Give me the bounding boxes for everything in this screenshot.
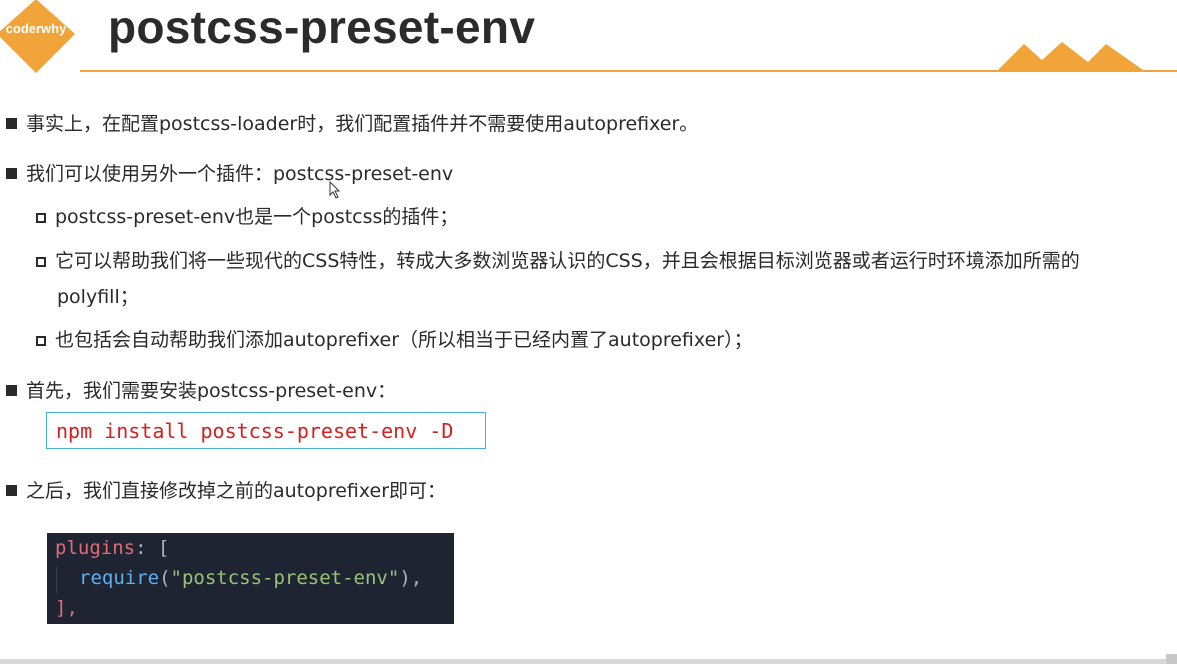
bullet-text: 之后，我们直接修改掉之前的autoprefixer即可： — [26, 480, 447, 502]
code-line-1: plugins: [ — [55, 537, 169, 559]
sub-bullet-item: 也包括会自动帮助我们添加autoprefixer（所以相当于已经内置了autop… — [36, 325, 753, 352]
code-paren-open: ( — [159, 567, 171, 589]
indent-guide — [56, 567, 57, 593]
code-punct: : [ — [135, 537, 170, 559]
command-box: npm install postcss-preset-env -D — [46, 412, 486, 449]
bullet-item: 我们可以使用另外一个插件：postcss-preset-env — [6, 159, 453, 186]
sub-bullet-text-continued: polyfill； — [57, 286, 139, 308]
logo-text: coderwhy — [5, 21, 67, 36]
code-key: plugins — [55, 537, 136, 559]
code-bracket-close: ], — [55, 597, 78, 619]
install-command: npm install postcss-preset-env -D — [56, 419, 454, 443]
sub-bullet-item: 它可以帮助我们将一些现代的CSS特性，转成大多数浏览器认识的CSS，并且会根据目… — [36, 246, 1080, 273]
bullet-item: 之后，我们直接修改掉之前的autoprefixer即可： — [6, 476, 446, 503]
mouse-cursor-icon — [329, 181, 341, 199]
filled-square-bullet-icon — [6, 118, 17, 129]
sub-bullet-text: postcss-preset-env也是一个postcss的插件； — [55, 206, 459, 228]
filled-square-bullet-icon — [6, 485, 17, 496]
code-line-3: ], — [55, 597, 78, 619]
mountains-decoration-icon — [996, 42, 1146, 72]
code-paren-close: ), — [399, 567, 423, 589]
sub-bullet-text: 也包括会自动帮助我们添加autoprefixer（所以相当于已经内置了autop… — [55, 329, 753, 351]
page-title: postcss-preset-env — [108, 1, 536, 53]
code-string: "postcss-preset-env" — [170, 567, 400, 589]
bullet-text: 首先，我们需要安装postcss-preset-env： — [26, 380, 397, 402]
bullet-item: 首先，我们需要安装postcss-preset-env： — [6, 376, 396, 403]
code-function: require — [79, 567, 160, 589]
bottom-scrollbar-track[interactable] — [0, 659, 1177, 664]
coderwhy-logo: coderwhy — [0, 0, 79, 75]
bullet-item: 事实上，在配置postcss-loader时，我们配置插件并不需要使用autop… — [6, 109, 698, 136]
hollow-square-bullet-icon — [36, 213, 46, 223]
filled-square-bullet-icon — [6, 168, 17, 179]
code-line-2: require("postcss-preset-env"), — [79, 567, 422, 589]
hollow-square-bullet-icon — [36, 336, 46, 346]
bullet-text: 我们可以使用另外一个插件：postcss-preset-env — [26, 163, 454, 185]
sub-bullet-item: postcss-preset-env也是一个postcss的插件； — [36, 202, 458, 229]
filled-square-bullet-icon — [6, 385, 17, 396]
hollow-square-bullet-icon — [36, 257, 46, 267]
code-block: plugins: [ require("postcss-preset-env")… — [47, 533, 454, 624]
bullet-text: 事实上，在配置postcss-loader时，我们配置插件并不需要使用autop… — [26, 113, 699, 135]
logo-diamond-icon — [0, 0, 75, 73]
scrollbar-thumb[interactable] — [1166, 654, 1177, 664]
sub-bullet-text: 它可以帮助我们将一些现代的CSS特性，转成大多数浏览器认识的CSS，并且会根据目… — [55, 250, 1080, 272]
